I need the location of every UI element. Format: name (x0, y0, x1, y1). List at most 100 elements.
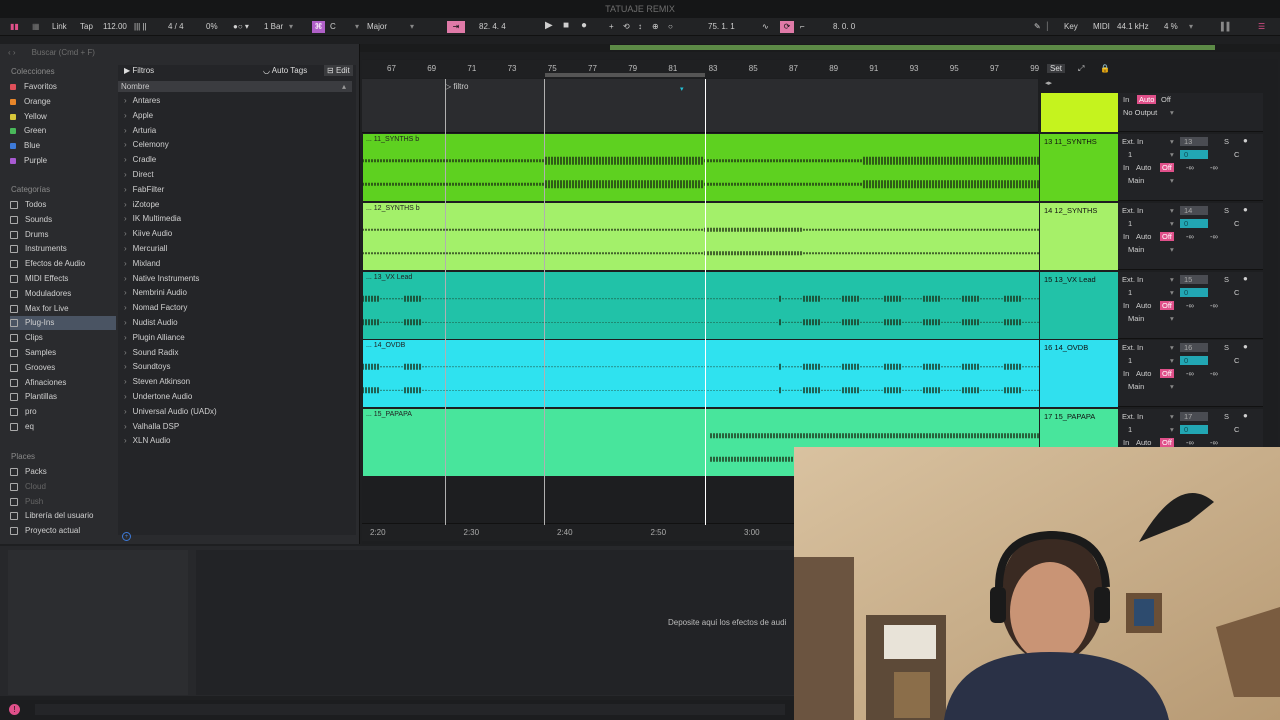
vendor-folder-item[interactable]: Antares (124, 94, 161, 108)
scroll-arrows-icon[interactable]: ◂▸ (1045, 79, 1052, 87)
audio-clip[interactable]: ... 14_OVDB (363, 340, 1039, 408)
collection-item[interactable]: Blue (10, 139, 116, 153)
category-item[interactable]: Instruments (10, 242, 116, 256)
audio-clip[interactable]: ... 11_SYNTHS b (363, 134, 1039, 201)
category-item[interactable]: Plug-Ins (10, 316, 116, 331)
vendor-folder-item[interactable]: Arturia (124, 124, 157, 138)
input-channel-select[interactable]: 1 (1128, 425, 1132, 434)
volume-field[interactable]: 0 (1180, 150, 1208, 159)
punch-icon[interactable]: ↕ (638, 21, 642, 33)
scale-toggle-icon[interactable]: ⌘ (312, 21, 325, 33)
category-item[interactable]: Samples (10, 346, 116, 360)
output-select[interactable]: Main (1128, 314, 1144, 323)
audio-clip[interactable]: ... 13_VX Lead (363, 271, 1039, 339)
category-item[interactable]: Grooves (10, 361, 116, 375)
stop-icon[interactable]: ■ (563, 20, 569, 32)
vendor-folder-item[interactable]: Soundtoys (124, 360, 171, 374)
track-header[interactable]: 15 13_VX Lead (1040, 271, 1118, 339)
place-item[interactable]: Proyecto actual (10, 524, 116, 538)
master-in-button[interactable]: In (1123, 95, 1129, 104)
draw-mode-icon[interactable]: ✎ (1034, 21, 1041, 33)
track-header[interactable]: 14 12_SYNTHS (1040, 202, 1118, 270)
track-number-button[interactable]: 16 (1180, 343, 1208, 353)
vendor-folder-item[interactable]: Celemony (124, 138, 169, 152)
play-icon[interactable]: ▶ (545, 20, 553, 32)
output-select[interactable]: Main (1128, 176, 1144, 185)
category-item[interactable]: pro (10, 405, 116, 419)
arm-record-icon[interactable]: ● (1243, 342, 1248, 351)
arm-record-icon[interactable]: ● (1243, 205, 1248, 214)
monitor-auto-button[interactable]: Auto (1136, 438, 1151, 447)
monitor-auto-button[interactable]: Auto (1136, 163, 1151, 172)
pan-field[interactable]: C (1234, 219, 1239, 228)
input-channel-select[interactable]: 1 (1128, 219, 1132, 228)
category-item[interactable]: Efectos de Audio (10, 257, 116, 271)
pan-field[interactable]: C (1234, 425, 1239, 434)
arm-record-icon[interactable]: ● (1243, 136, 1248, 145)
category-item[interactable]: Plantillas (10, 390, 116, 404)
loop-length-field[interactable]: 8. 0. 0 (833, 21, 855, 33)
volume-field[interactable]: 0 (1180, 287, 1208, 297)
solo-button[interactable]: S (1224, 343, 1229, 352)
category-item[interactable]: Todos (10, 198, 116, 212)
loop-brace[interactable] (545, 73, 705, 77)
vendor-folder-item[interactable]: Steven Atkinson (124, 375, 190, 389)
send-b-field[interactable]: -∞ (1210, 369, 1218, 378)
output-select[interactable]: Main (1128, 245, 1144, 254)
nudge-icon[interactable]: ||| || (134, 21, 147, 33)
vendor-folder-item[interactable]: Cradle (124, 153, 157, 167)
vendor-folder-item[interactable]: Plugin Alliance (124, 331, 185, 345)
place-item[interactable]: Cloud (10, 480, 116, 494)
track-number-button[interactable]: 15 (1180, 274, 1208, 284)
arm-record-icon[interactable]: ● (1243, 411, 1248, 420)
tempo-field[interactable]: 112.00 (103, 21, 127, 33)
add-icon[interactable]: + (609, 21, 614, 33)
vendor-folder-item[interactable]: Mixland (124, 257, 161, 271)
master-header[interactable] (1041, 93, 1118, 132)
input-type-select[interactable]: Ext. In (1122, 206, 1143, 215)
scale-select[interactable]: Major (367, 21, 387, 33)
send-a-field[interactable]: -∞ (1186, 232, 1194, 241)
loop-icon[interactable]: ⟲ (623, 21, 630, 33)
vendor-folder-item[interactable]: Nudist Audio (124, 316, 178, 330)
signature-field[interactable]: 4 / 4 (168, 21, 184, 33)
key-map-button[interactable]: Key (1064, 21, 1078, 33)
monitor-in-button[interactable]: In (1123, 232, 1129, 241)
pan-field[interactable]: C (1234, 150, 1239, 159)
send-a-field[interactable]: -∞ (1186, 163, 1194, 172)
track-number-button[interactable]: 13 (1180, 137, 1208, 146)
send-a-field[interactable]: -∞ (1186, 369, 1194, 378)
category-item[interactable]: Afinaciones (10, 376, 116, 390)
input-channel-select[interactable]: 1 (1128, 288, 1132, 297)
place-item[interactable]: Packs (10, 465, 116, 479)
vendor-folder-item[interactable]: Valhalla DSP (124, 420, 180, 434)
collection-item[interactable]: Green (10, 124, 116, 138)
nav-arrows-icon[interactable]: ‹ › (8, 48, 16, 57)
monitor-in-button[interactable]: In (1123, 163, 1129, 172)
monitor-off-button[interactable]: Off (1160, 300, 1174, 310)
input-channel-select[interactable]: 1 (1128, 356, 1132, 365)
send-a-field[interactable]: -∞ (1186, 438, 1194, 447)
place-item[interactable]: Librería del usuario (10, 509, 116, 523)
input-type-select[interactable]: Ext. In (1122, 137, 1143, 146)
swing-field[interactable]: 0% (206, 21, 218, 33)
position-field[interactable]: 82. 4. 4 (479, 21, 506, 33)
category-item[interactable]: Sounds (10, 213, 116, 227)
expand-icon[interactable]: ⤢ (1078, 64, 1084, 74)
category-item[interactable]: Clips (10, 331, 116, 345)
category-item[interactable]: MIDI Effects (10, 272, 116, 286)
metronome-icon[interactable]: ●○ ▾ (233, 21, 249, 33)
empty-track-area[interactable] (363, 479, 794, 523)
solo-button[interactable]: S (1224, 137, 1229, 146)
capture-icon[interactable]: ○ (668, 21, 673, 33)
master-output-select[interactable]: No Output (1123, 108, 1157, 117)
collection-item[interactable]: Orange (10, 95, 116, 109)
vendor-folder-item[interactable]: Direct (124, 168, 154, 182)
monitor-off-button[interactable]: Off (1160, 438, 1174, 448)
vendor-folder-item[interactable]: Nembrini Audio (124, 286, 187, 300)
category-item[interactable]: Drums (10, 228, 116, 242)
send-b-field[interactable]: -∞ (1210, 232, 1218, 241)
input-channel-select[interactable]: 1 (1128, 150, 1132, 159)
send-a-field[interactable]: -∞ (1186, 301, 1194, 310)
monitor-auto-button[interactable]: Auto (1136, 301, 1151, 310)
